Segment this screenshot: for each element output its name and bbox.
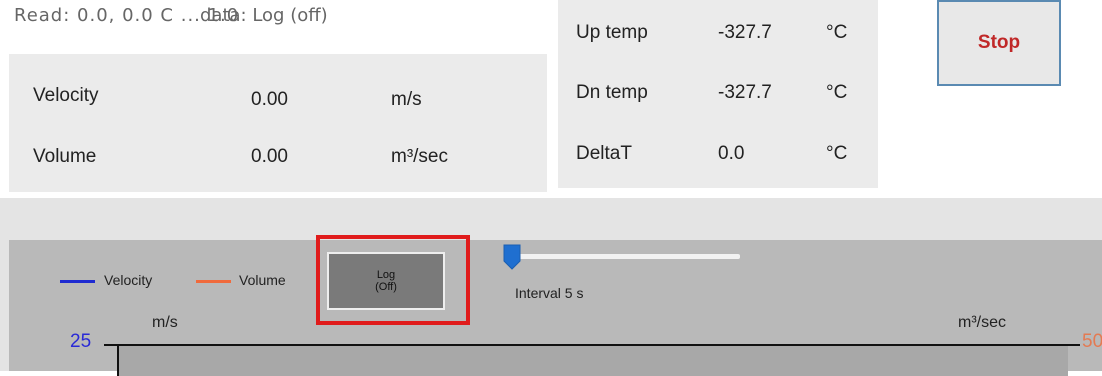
volume-legend-line xyxy=(196,280,231,283)
volume-legend-label: Volume xyxy=(239,272,286,288)
volume-label: Volume xyxy=(33,146,97,167)
temperature-panel: Up temp -327.7 °C Dn temp -327.7 °C Delt… xyxy=(558,0,878,188)
interval-slider-thumb[interactable] xyxy=(503,244,521,270)
right-axis-max: 50 xyxy=(1082,331,1102,352)
plot-area xyxy=(117,344,1068,376)
stop-button[interactable]: Stop xyxy=(937,0,1061,86)
right-axis-unit: m³/sec xyxy=(958,314,1006,331)
interval-slider-track[interactable] xyxy=(505,254,740,259)
status-text-right: data: Log (off) xyxy=(200,5,328,26)
up-temp-label: Up temp xyxy=(576,22,648,43)
up-temp-unit: °C xyxy=(826,22,848,43)
flow-panel: Velocity 0.00 m/s Volume 0.00 m³/sec xyxy=(9,54,547,192)
velocity-legend-line xyxy=(60,280,95,283)
velocity-legend-label: Velocity xyxy=(104,272,153,288)
velocity-unit: m/s xyxy=(391,89,422,110)
log-highlight-box xyxy=(316,235,470,325)
volume-value: 0.00 xyxy=(251,146,288,167)
volume-unit: m³/sec xyxy=(391,146,448,167)
up-temp-value: -327.7 xyxy=(718,22,772,43)
deltat-label: DeltaT xyxy=(576,143,632,164)
deltat-value: 0.0 xyxy=(718,143,745,164)
left-axis-max: 25 xyxy=(70,331,92,352)
left-axis-unit: m/s xyxy=(152,314,178,331)
dn-temp-value: -327.7 xyxy=(718,82,772,103)
right-axis-tick xyxy=(1066,344,1080,346)
velocity-label: Velocity xyxy=(33,85,99,106)
dn-temp-label: Dn temp xyxy=(576,82,648,103)
velocity-value: 0.00 xyxy=(251,89,288,110)
deltat-unit: °C xyxy=(826,143,848,164)
dn-temp-unit: °C xyxy=(826,82,848,103)
interval-label: Interval 5 s xyxy=(515,285,584,301)
left-axis-tick xyxy=(104,344,118,346)
